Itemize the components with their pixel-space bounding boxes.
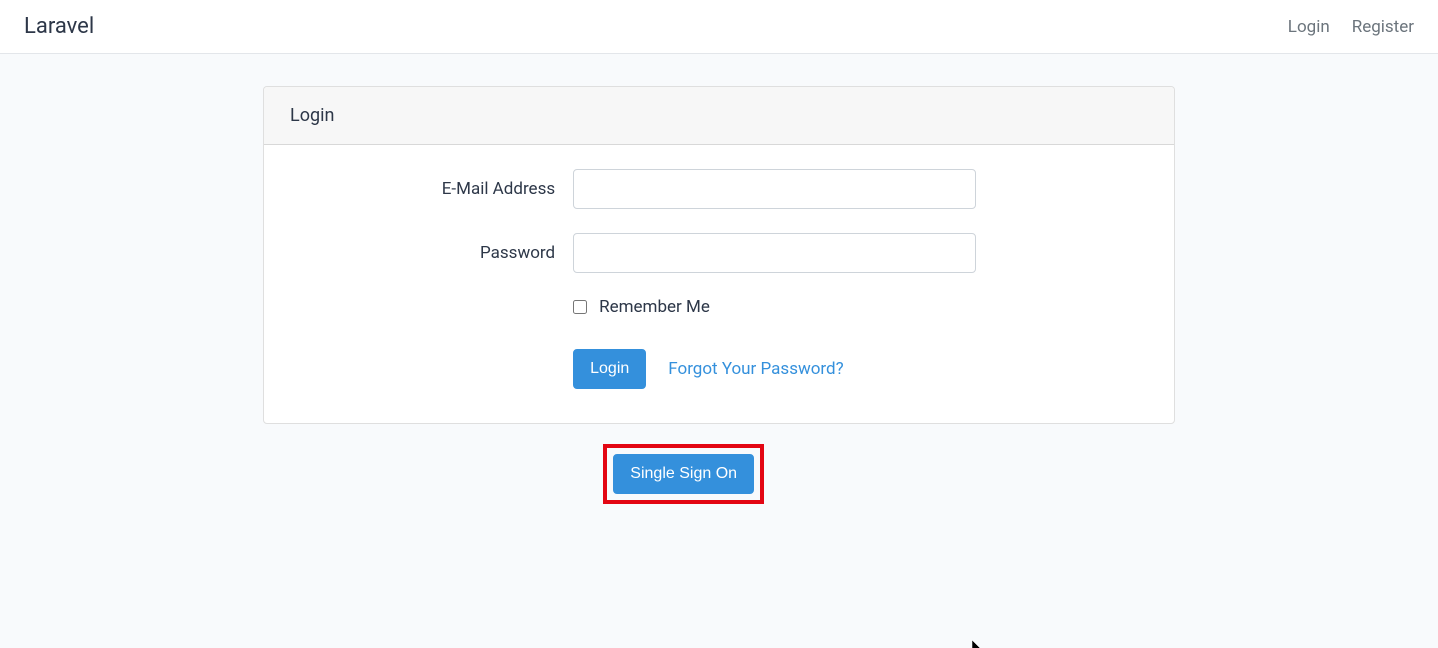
nav-login-link[interactable]: Login (1288, 17, 1330, 37)
nav-links: Login Register (1288, 17, 1414, 37)
card-body: E-Mail Address Password Remember Me Logi… (264, 145, 1174, 423)
remember-label: Remember Me (599, 297, 710, 317)
password-row: Password (290, 233, 1148, 273)
password-input[interactable] (573, 233, 976, 273)
card-header: Login (264, 87, 1174, 145)
action-row: Login Forgot Your Password? (573, 349, 1148, 389)
remember-row: Remember Me (573, 297, 1148, 317)
email-wrap (573, 169, 976, 209)
password-label: Password (290, 243, 573, 263)
navbar: Laravel Login Register (0, 0, 1438, 54)
password-wrap (573, 233, 976, 273)
email-label: E-Mail Address (290, 179, 573, 199)
login-button[interactable]: Login (573, 349, 646, 389)
cursor-icon (972, 640, 984, 648)
sso-wrapper: Single Sign On (263, 444, 1175, 504)
email-input[interactable] (573, 169, 976, 209)
forgot-password-link[interactable]: Forgot Your Password? (668, 359, 843, 379)
sso-button[interactable]: Single Sign On (613, 454, 754, 494)
nav-register-link[interactable]: Register (1352, 17, 1414, 37)
sso-highlight-box: Single Sign On (603, 444, 764, 504)
login-card: Login E-Mail Address Password Remember M… (263, 86, 1175, 424)
main-container: Login E-Mail Address Password Remember M… (149, 86, 1289, 504)
email-row: E-Mail Address (290, 169, 1148, 209)
brand-link[interactable]: Laravel (24, 14, 94, 39)
remember-checkbox[interactable] (573, 300, 587, 314)
